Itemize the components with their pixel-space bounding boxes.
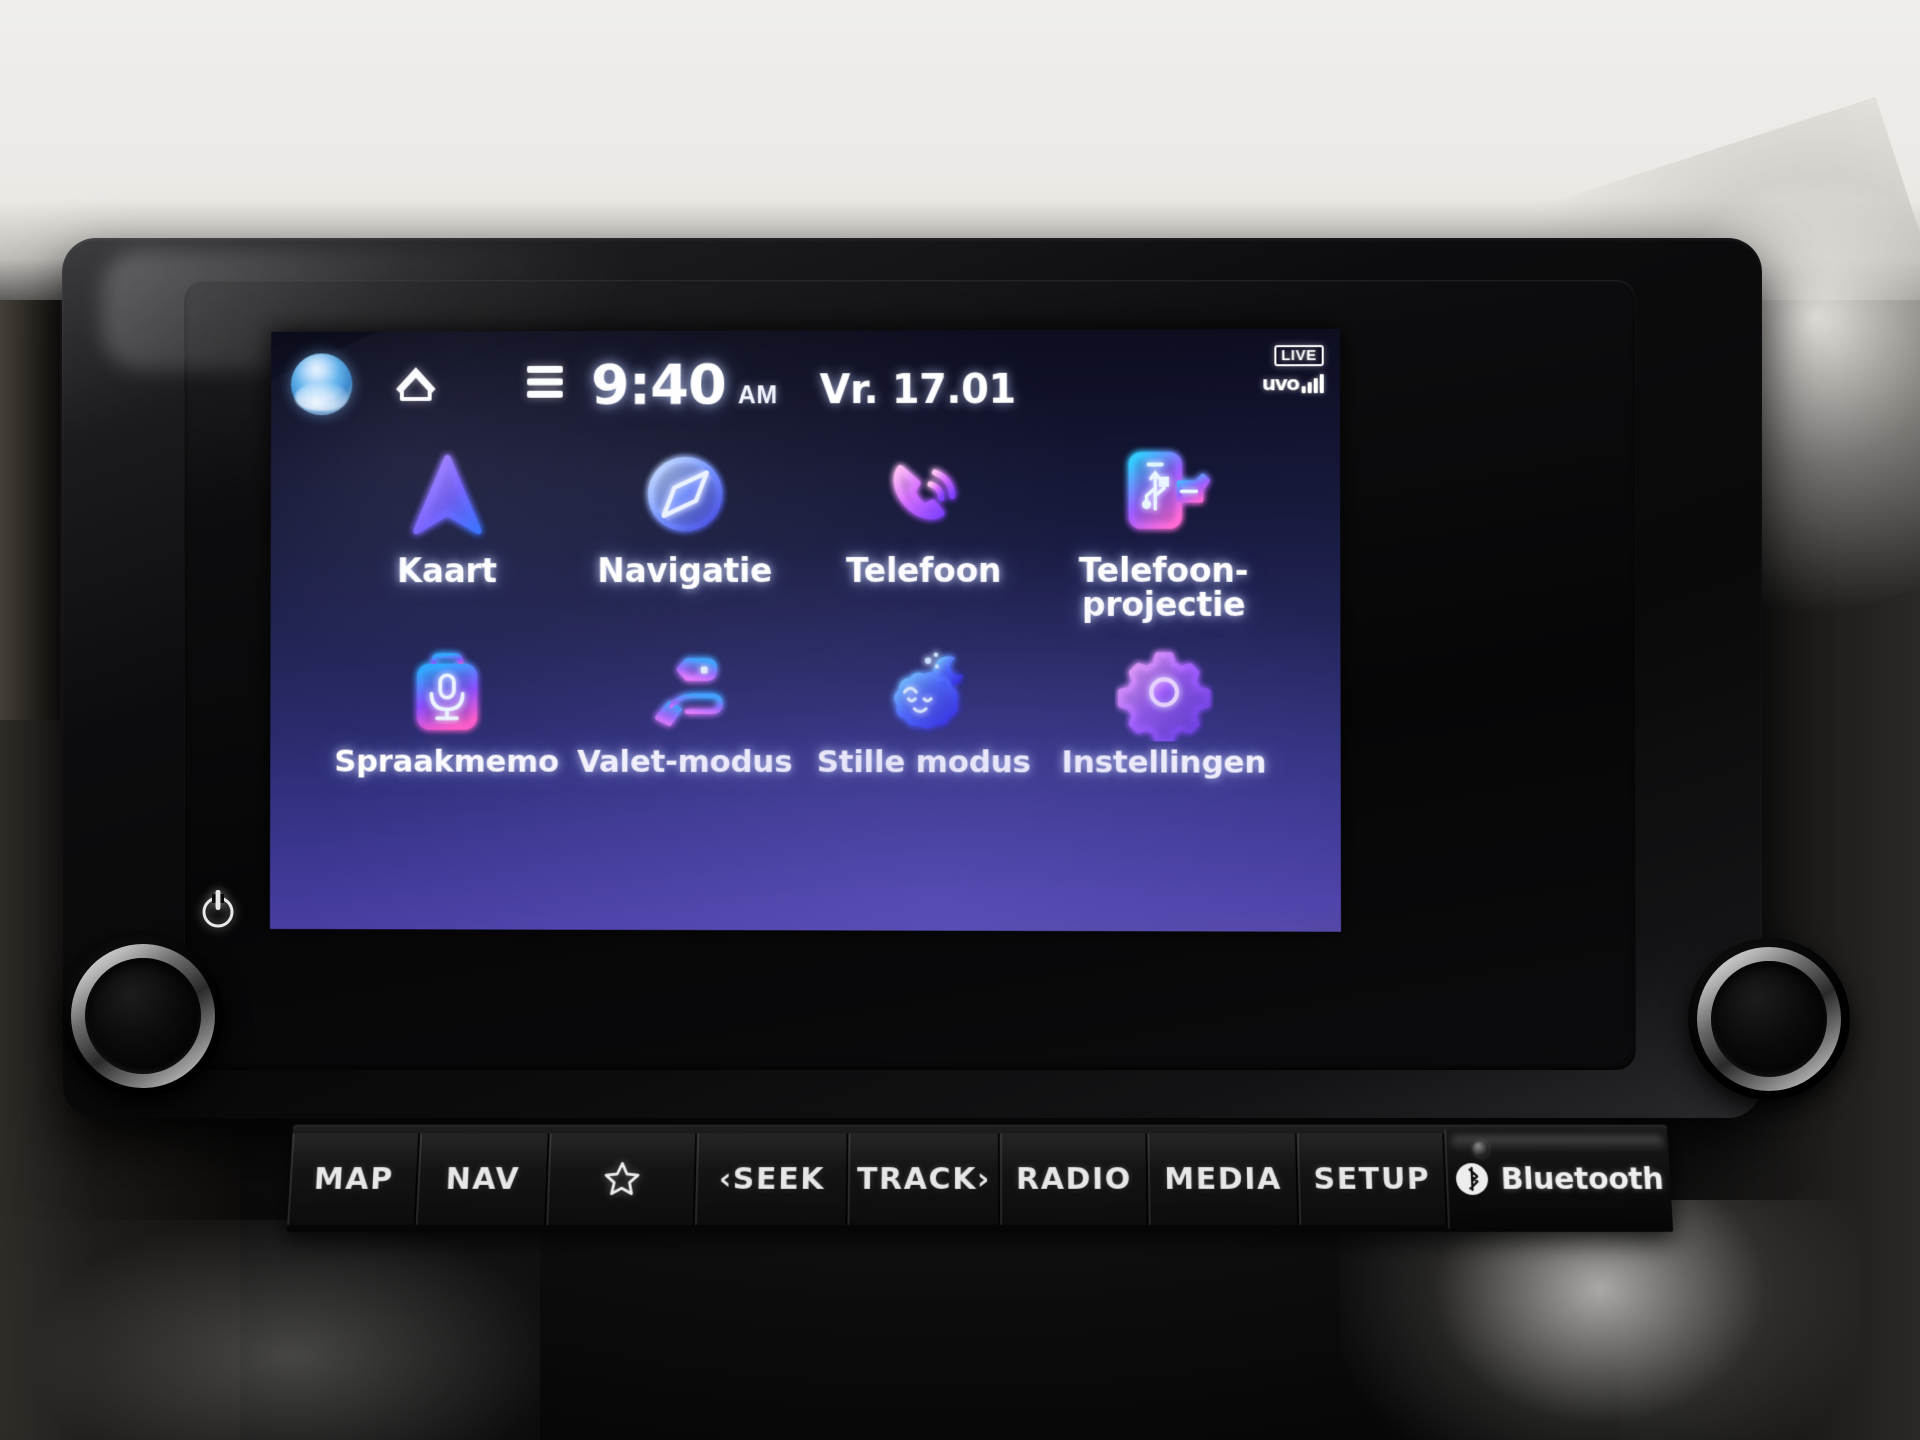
hw-button-seek[interactable]: ‹SEEK — [695, 1134, 849, 1225]
app-label: Telefoon- projectie — [1079, 554, 1248, 622]
voice-recorder-mic-icon — [398, 643, 496, 741]
gear-icon — [1114, 643, 1213, 741]
app-tile-spraakmemo[interactable]: Spraakmemo — [328, 643, 566, 778]
compass-icon — [631, 440, 739, 548]
phone-handset-icon — [870, 440, 978, 548]
tune-knob[interactable] — [1688, 938, 1850, 1100]
hw-button-map[interactable]: MAP — [287, 1134, 420, 1225]
clock: 9:40 AM Vr. 17.01 — [271, 351, 1340, 418]
app-tile-valet-modus[interactable]: Valet-modus — [565, 643, 804, 779]
app-grid: Kaart Navigatie Telefoon Telefoon- proje… — [328, 439, 1284, 779]
connectivity-indicator: uvo — [1253, 373, 1324, 393]
app-label: Instellingen — [1061, 748, 1266, 780]
app-tile-instellingen[interactable]: Instellingen — [1043, 643, 1284, 779]
app-tile-stille-modus[interactable]: Stille modus — [804, 643, 1044, 779]
clock-time: 9:40 — [591, 353, 726, 418]
clock-ampm: AM — [738, 381, 778, 410]
phone-usb-cable-icon — [1109, 439, 1218, 547]
app-tile-kaart[interactable]: Kaart — [328, 441, 566, 622]
bottom-glare — [1340, 1200, 1860, 1440]
dashboard-left-edge — [0, 300, 60, 720]
bluetooth-label: Bluetooth — [1500, 1162, 1664, 1197]
star-icon — [601, 1159, 642, 1199]
hw-button-favorite[interactable] — [546, 1134, 697, 1225]
bluetooth-icon — [1454, 1162, 1489, 1196]
app-label: Valet-modus — [577, 747, 792, 779]
app-label: Kaart — [397, 554, 497, 588]
dashboard-photo: 9:40 AM Vr. 17.01 LIVE uvo Kaart Navigat… — [0, 0, 1920, 1440]
app-tile-telefoon[interactable]: Telefoon — [804, 440, 1043, 622]
app-label: Spraakmemo — [334, 747, 559, 779]
hw-button-track[interactable]: TRACK› — [847, 1134, 1000, 1225]
app-label: Telefoon — [846, 554, 1001, 588]
navigation-arrow-icon — [393, 441, 500, 549]
status-indicators: LIVE uvo — [1253, 345, 1324, 393]
microphone-hole — [1472, 1141, 1489, 1157]
app-tile-telefoon-projectie[interactable]: Telefoon- projectie — [1043, 439, 1284, 621]
hw-button-media[interactable]: MEDIA — [1147, 1134, 1299, 1225]
key-in-hand-icon — [636, 643, 734, 741]
hardware-button-strip: MAP NAV ‹SEEK TRACK› RADIO MEDIA SETUP B… — [287, 1125, 1674, 1232]
bluetooth-badge-plate: Bluetooth — [1444, 1130, 1673, 1229]
app-label: Stille modus — [817, 747, 1031, 779]
power-icon[interactable] — [196, 886, 240, 932]
hw-button-setup[interactable]: SETUP — [1297, 1134, 1448, 1225]
volume-knob[interactable] — [62, 935, 224, 1097]
live-badge: LIVE — [1274, 345, 1324, 366]
sleeping-sheep-moon-icon — [875, 643, 973, 741]
hw-button-nav[interactable]: NAV — [416, 1134, 550, 1225]
clock-date: Vr. 17.01 — [820, 367, 1016, 413]
hw-button-radio[interactable]: RADIO — [1000, 1134, 1149, 1225]
app-label: Navigatie — [597, 554, 772, 588]
left-floor-glare — [0, 1220, 540, 1440]
infotainment-screen[interactable]: 9:40 AM Vr. 17.01 LIVE uvo Kaart Navigat… — [270, 329, 1341, 932]
signal-bars-icon — [1302, 374, 1324, 393]
status-bar: 9:40 AM Vr. 17.01 LIVE uvo — [271, 349, 1340, 421]
app-tile-navigatie[interactable]: Navigatie — [566, 440, 804, 621]
uvo-logo: uvo — [1262, 373, 1299, 393]
